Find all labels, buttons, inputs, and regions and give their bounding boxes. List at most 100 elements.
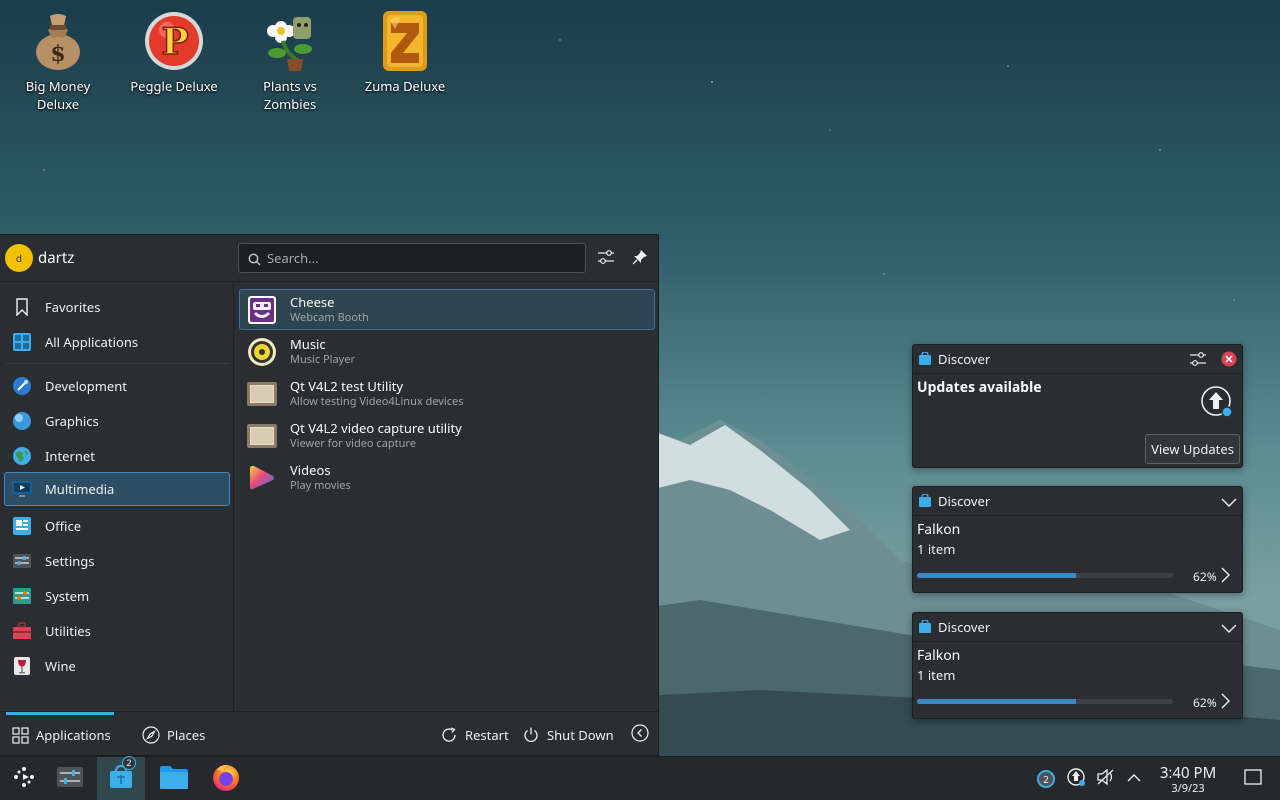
power-icon: [522, 726, 540, 744]
music-icon: [246, 336, 278, 368]
avatar[interactable]: d: [5, 244, 33, 272]
bookmark-icon: [11, 296, 33, 318]
discover-task[interactable]: 2: [97, 756, 145, 800]
plants-vs-zombies-icon: [258, 8, 322, 74]
restart-button[interactable]: Restart: [440, 725, 509, 745]
leave-menu-button[interactable]: [631, 724, 649, 746]
tray-volume[interactable]: [1096, 768, 1116, 790]
pin-icon: [632, 249, 648, 269]
peggle-icon: P: [142, 8, 206, 74]
globe-icon: [11, 445, 33, 467]
sidebar-item-system[interactable]: System: [4, 579, 230, 613]
application-launcher: d dartz Favorites All Applications: [0, 234, 659, 756]
notification-title: Falkon: [917, 646, 961, 665]
tab-places[interactable]: Places: [142, 725, 205, 745]
discover-icon: [918, 619, 932, 634]
videos-icon: [246, 462, 278, 494]
search-input[interactable]: [267, 248, 577, 268]
notification-header: Discover: [913, 345, 1242, 374]
restart-icon: [440, 726, 458, 744]
sliders-icon: [597, 249, 615, 269]
app-item-qt-v4l2-test-utility[interactable]: Qt V4L2 test Utility Allow testing Video…: [239, 373, 655, 414]
multimedia-icon: [11, 478, 33, 500]
chevron-right-icon: [1219, 567, 1231, 587]
sidebar-item-label: Development: [45, 377, 127, 395]
steam-deck-logo-icon: [11, 764, 37, 794]
taskbar: 2 2 3:40 PM 3/9/23: [0, 756, 1280, 800]
sidebar-item-favorites[interactable]: Favorites: [4, 290, 230, 324]
update-icon: [1200, 385, 1234, 423]
tray-expand[interactable]: [1124, 769, 1144, 789]
tab-label: Applications: [36, 726, 111, 744]
view-updates-button[interactable]: View Updates: [1145, 434, 1240, 464]
chevron-right-icon: [1219, 693, 1231, 713]
folder-icon: [159, 764, 189, 794]
pin-button[interactable]: [628, 247, 652, 271]
progress-bar: [917, 699, 1173, 704]
notification-configure-button[interactable]: [1189, 351, 1207, 371]
update-icon: [1066, 767, 1086, 791]
chevron-down-icon: [1221, 494, 1237, 512]
sidebar-item-label: Internet: [45, 447, 95, 465]
close-icon: [1221, 351, 1237, 371]
development-icon: [11, 375, 33, 397]
sidebar-item-development[interactable]: Development: [4, 369, 230, 403]
app-description: Play movies: [290, 478, 351, 493]
collapse-button[interactable]: [1221, 620, 1237, 638]
wine-glass-icon: [11, 655, 33, 677]
app-name: Cheese: [290, 293, 335, 311]
sidebar-item-multimedia[interactable]: Multimedia: [4, 472, 230, 506]
sidebar-item-office[interactable]: Office: [4, 509, 230, 543]
search-box[interactable]: [238, 243, 586, 273]
sidebar-item-utilities[interactable]: Utilities: [4, 614, 230, 648]
notification-close-button[interactable]: [1221, 351, 1237, 371]
app-description: Music Player: [290, 352, 356, 367]
configure-button[interactable]: [594, 247, 618, 271]
sidebar-item-internet[interactable]: Internet: [4, 439, 230, 473]
firefox-task[interactable]: [202, 757, 250, 800]
sidebar-item-label: Settings: [45, 552, 95, 570]
settings-icon: [11, 550, 33, 572]
sidebar-item-settings[interactable]: Settings: [4, 544, 230, 578]
notification-falkon-1: Discover Falkon 1 item 62%: [912, 486, 1243, 593]
application-launcher-button[interactable]: [0, 757, 48, 800]
sidebar-item-label: Multimedia: [45, 480, 115, 498]
app-item-videos[interactable]: Videos Play movies: [239, 457, 655, 498]
tab-applications[interactable]: Applications: [12, 725, 111, 745]
details-button[interactable]: [1219, 567, 1231, 587]
collapse-button[interactable]: [1221, 494, 1237, 512]
grid-icon: [11, 331, 33, 353]
desktop-icon-peggle-deluxe[interactable]: P Peggle Deluxe: [124, 8, 224, 95]
zuma-icon: [373, 8, 437, 74]
app-item-music[interactable]: Music Music Player: [239, 331, 655, 372]
sidebar-item-graphics[interactable]: Graphics: [4, 404, 230, 438]
tray-badge-count: 2: [1037, 770, 1055, 788]
desktop-icon-big-money-deluxe[interactable]: $ Big Money Deluxe: [8, 8, 108, 113]
user-name[interactable]: dartz: [38, 248, 74, 268]
discover-icon: 2: [108, 756, 136, 794]
volume-muted-icon: [1096, 768, 1116, 790]
chevron-left-icon: [631, 724, 649, 746]
desktop-icon-zuma-deluxe[interactable]: Zuma Deluxe: [355, 8, 455, 95]
details-button[interactable]: [1219, 693, 1231, 713]
tray-steam-badge[interactable]: 2: [1036, 769, 1056, 789]
sidebar-item-all-applications[interactable]: All Applications: [4, 325, 230, 359]
notification-title: Updates available: [917, 378, 1042, 397]
svg-text:P: P: [161, 21, 188, 63]
show-desktop-button[interactable]: [1243, 769, 1263, 789]
system-settings-task[interactable]: [46, 757, 94, 800]
desktop-icon-plants-vs-zombies[interactable]: Plants vs Zombies: [240, 8, 340, 113]
dolphin-task[interactable]: [150, 757, 198, 800]
tray-updates[interactable]: [1066, 767, 1086, 791]
sidebar-item-wine[interactable]: Wine: [4, 649, 230, 683]
app-item-qt-v4l2-video-capture[interactable]: Qt V4L2 video capture utility Viewer for…: [239, 415, 655, 456]
category-sidebar: Favorites All Applications Development G…: [0, 283, 234, 711]
compass-icon: [142, 726, 160, 744]
notification-app-name: Discover: [938, 618, 991, 636]
cheese-icon: [246, 294, 278, 326]
system-icon: [11, 585, 33, 607]
sidebar-item-label: All Applications: [45, 333, 139, 351]
app-item-cheese[interactable]: Cheese Webcam Booth: [239, 289, 655, 330]
shutdown-button[interactable]: Shut Down: [522, 725, 614, 745]
discover-icon: [918, 493, 932, 508]
